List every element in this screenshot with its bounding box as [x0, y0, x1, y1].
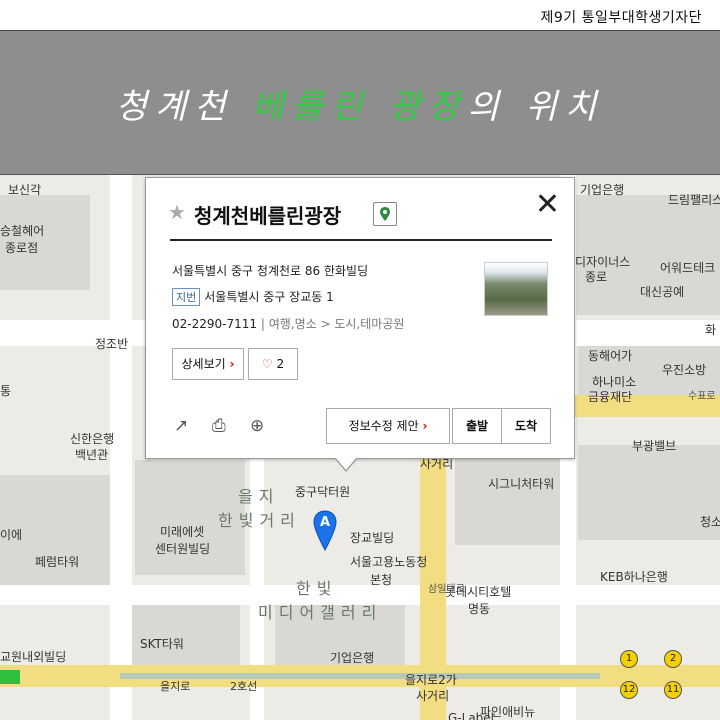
subway-exit[interactable]: 11 — [664, 681, 682, 699]
map-label: 청소 — [700, 515, 720, 529]
chevron-right-icon: › — [229, 357, 235, 371]
detail-button[interactable]: 상세보기 › — [172, 348, 244, 380]
map-label: 대신공예 — [640, 285, 685, 299]
map-label: 우진소방 — [662, 363, 707, 377]
map-label: 보신각 — [8, 183, 42, 197]
map-label: 시그니처타워 — [488, 477, 555, 491]
title-prefix: 청계천 — [115, 87, 253, 127]
heart-icon: ♡ — [261, 357, 273, 371]
chevron-right-icon: › — [422, 419, 428, 433]
map-label: 종로 — [585, 270, 608, 284]
map-label: 백년관 — [75, 448, 109, 462]
area-label: 한빛 — [296, 579, 338, 598]
marker-letter: A — [319, 515, 331, 530]
location-marker[interactable]: A — [313, 510, 337, 556]
place-info-popup: ★ 청계천베를린광장 ✕ 서울특별시 중구 청계천로 86 한화빌딩 지번 서울특… — [145, 177, 575, 472]
map-label: 이에 — [0, 528, 23, 542]
subway-exit[interactable]: 2 — [664, 650, 682, 668]
jibun-row: 지번 서울특별시 중구 장교동 1 — [172, 288, 334, 306]
zoom-in-icon[interactable]: ⊕ — [250, 416, 264, 436]
share-icon[interactable]: ↗ — [174, 416, 188, 436]
map-label: 중구닥터원 — [295, 485, 351, 499]
like-button[interactable]: ♡ 2 — [248, 348, 298, 380]
map-label: 삼일대로 — [428, 584, 465, 595]
map-label: 종로점 — [5, 241, 39, 255]
popup-tail-fill — [335, 457, 357, 470]
map-label: 드림팰리스 — [668, 193, 720, 207]
map-label: 정조반 — [95, 337, 129, 351]
map-label: 승철혜어 — [0, 224, 45, 238]
map-pin-icon[interactable] — [373, 202, 397, 226]
area-label: 을지 — [238, 487, 280, 506]
map-label: 사거리 — [416, 689, 450, 703]
map-label: 본청 — [370, 573, 393, 587]
detail-label: 상세보기 — [181, 357, 226, 371]
subway-line-green — [0, 670, 20, 684]
road-address: 서울특별시 중구 청계천로 86 한화빌딩 — [172, 264, 369, 278]
map-label: 기업은행 — [330, 651, 375, 665]
contact-row: 02-2290-7111 | 여행,명소 > 도시,테마공원 — [172, 317, 405, 331]
road — [110, 175, 132, 720]
map-label: 명동 — [468, 602, 491, 616]
place-thumbnail[interactable] — [484, 262, 548, 316]
subway-line — [120, 673, 600, 679]
banner-title: 청계천 베를린 광장의 위치 — [0, 79, 720, 128]
phone-number[interactable]: 02-2290-7111 — [172, 317, 257, 331]
depart-button[interactable]: 출발 — [452, 408, 502, 444]
area-label: 미디어갤러리 — [258, 603, 383, 622]
map-label: 기업은행 — [580, 183, 625, 197]
map-label: 센터원빌딩 — [155, 542, 211, 556]
map-label: 금융재단 — [588, 390, 633, 404]
arrive-button[interactable]: 도착 — [501, 408, 551, 444]
map-label: 부광밸브 — [632, 439, 677, 453]
map-block — [455, 450, 565, 545]
close-icon[interactable]: ✕ — [535, 190, 560, 220]
area-label: 한빛거리 — [218, 511, 301, 530]
map-label: 미래에셋 — [160, 525, 205, 539]
jibun-tag: 지번 — [172, 288, 201, 306]
map-block — [578, 445, 720, 540]
map-label: G-Label — [448, 711, 495, 720]
title-highlight: 베를린 광장 — [252, 87, 468, 127]
map-label: 서울고용노동청 — [350, 555, 428, 569]
map-label: SKT타워 — [140, 637, 184, 651]
map-label: 어워드테크 — [660, 261, 716, 275]
map-label: KEB하나은행 — [600, 570, 668, 584]
print-icon[interactable]: ⎙ — [212, 416, 226, 436]
subway-exit[interactable]: 1 — [620, 650, 638, 668]
place-name: 청계천베를린광장 — [194, 204, 342, 228]
top-bar: 제9기 통일부대학생기자단 — [0, 0, 720, 31]
divider — [170, 239, 552, 241]
map-label: 동해어가 — [588, 349, 633, 363]
map-label: 수표로 — [688, 391, 716, 402]
like-count: 2 — [276, 357, 285, 371]
map-label: 교원내외빌딩 — [0, 650, 67, 664]
map-label: 을지로 — [160, 680, 191, 693]
title-suffix: 의 위치 — [467, 87, 605, 127]
title-banner: 청계천 베를린 광장의 위치 — [0, 31, 720, 175]
map-label: 2호선 — [230, 680, 258, 693]
credit-text: 제9기 통일부대학생기자단 — [540, 10, 702, 26]
category: 여행,명소 > 도시,테마공원 — [268, 317, 405, 331]
map-label: 신한은행 — [70, 432, 115, 446]
suggest-edit-button[interactable]: 정보수정 제안 › — [326, 408, 450, 444]
map-label: 페럼타워 — [35, 555, 80, 569]
map-label: 화 — [705, 323, 717, 337]
suggest-label: 정보수정 제안 — [348, 419, 419, 433]
map-label: 통 — [0, 384, 12, 398]
jibun-address: 서울특별시 중구 장교동 1 — [204, 290, 334, 304]
favorite-star-icon[interactable]: ★ — [168, 200, 186, 224]
subway-exit[interactable]: 12 — [620, 681, 638, 699]
map-label: 장교빌딩 — [350, 531, 395, 545]
map-label: 을지로2가 — [405, 673, 457, 687]
